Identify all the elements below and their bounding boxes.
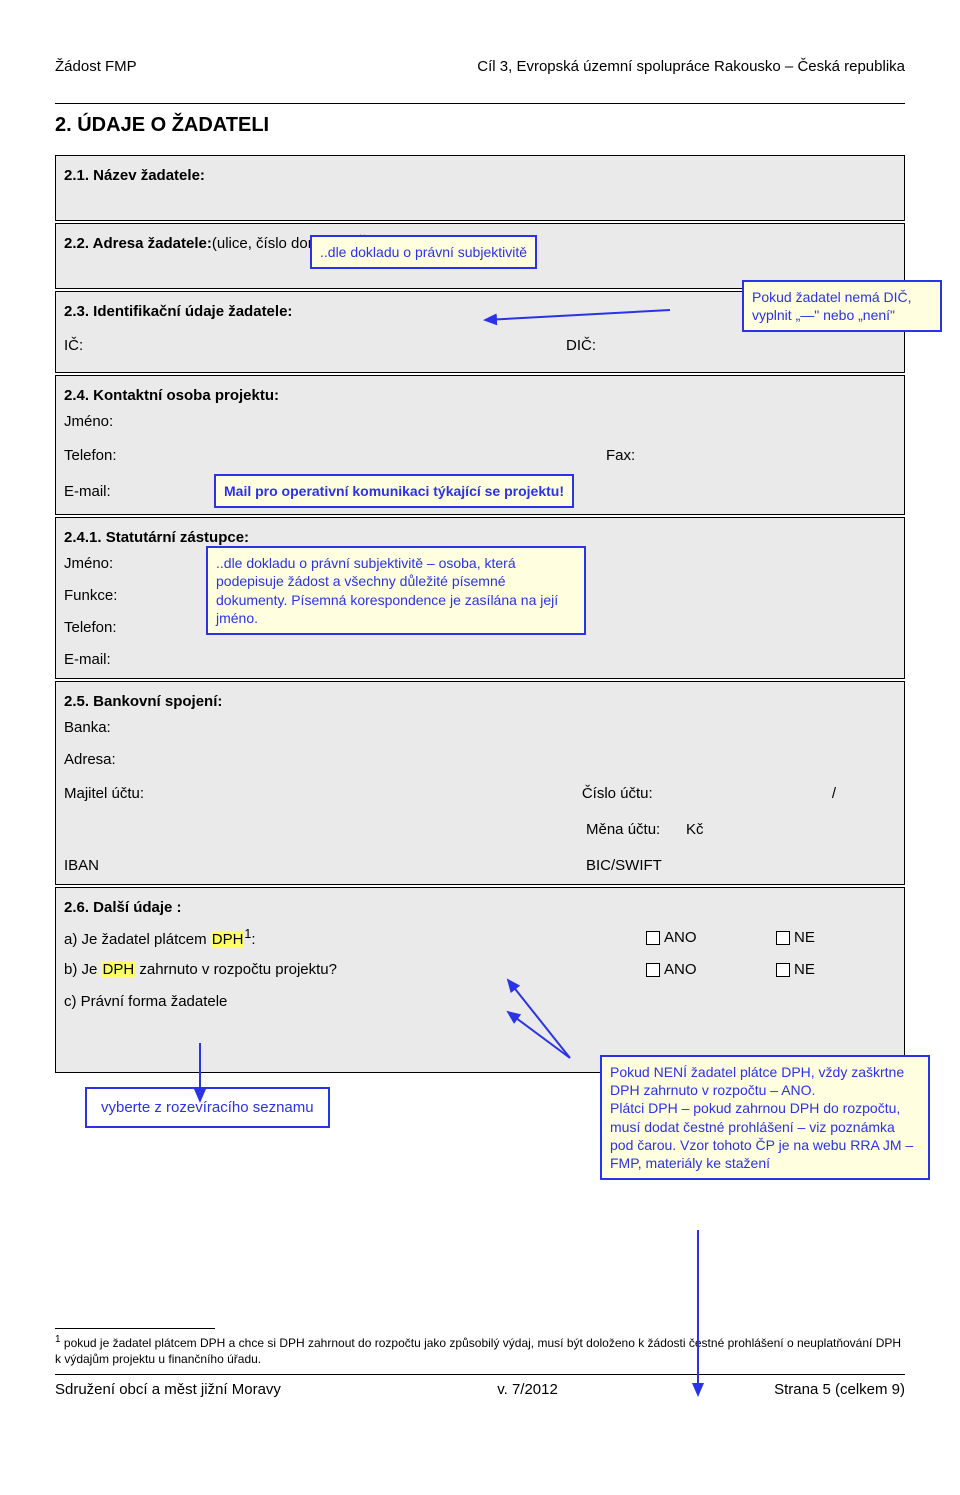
dph-highlight-b: DPH [102, 961, 136, 978]
header-divider [55, 103, 905, 104]
section-2-title: 2. ÚDAJE O ŽADATELI [55, 114, 905, 137]
label-banka: Banka: [64, 719, 154, 736]
label-2-3: 2.3. Identifikační údaje žadatele: [64, 303, 292, 320]
footnote-divider [55, 1328, 215, 1329]
label-mena: Měna účtu: [586, 821, 686, 838]
field-2-1[interactable] [64, 188, 896, 214]
checkbox-ano-b[interactable] [646, 963, 660, 977]
note-mail: Mail pro operativní komunikaci týkající … [214, 474, 574, 508]
footer-center: v. 7/2012 [497, 1381, 558, 1398]
slash: / [832, 785, 836, 802]
footnote-1: 1 pokud je žadatel plátcem DPH a chce si… [55, 1333, 905, 1367]
label-2-2: 2.2. Adresa žadatele: [64, 235, 212, 252]
label-2-6: 2.6. Další údaje : [64, 899, 182, 916]
label-ic: IČ: [64, 337, 104, 354]
page-footer: Sdružení obcí a měst jižní Moravy v. 7/2… [55, 1381, 905, 1398]
label-26b: b) Je DPH zahrnuto v rozpočtu projektu? [64, 961, 646, 978]
value-mena: Kč [686, 821, 746, 838]
checkbox-ano-b-wrap: ANO [646, 961, 776, 978]
label-adresa: Adresa: [64, 751, 154, 768]
label-bicswift: BIC/SWIFT [586, 857, 696, 874]
label-cislo: Číslo účtu: [582, 785, 682, 802]
dph-highlight-a: DPH [211, 931, 245, 948]
checkbox-ano-a[interactable] [646, 931, 660, 945]
label-telefon-24: Telefon: [64, 447, 154, 464]
checkbox-ne-b[interactable] [776, 963, 790, 977]
checkbox-ne-b-wrap: NE [776, 961, 896, 978]
checkbox-ne-a-wrap: NE [776, 929, 896, 946]
note-dph: Pokud NENÍ žadatel plátce DPH, vždy zašk… [600, 1055, 930, 1180]
block-2-6: 2.6. Další údaje : a) Je žadatel plátcem… [55, 887, 905, 1073]
note-statutarni: ..dle dokladu o právní subjektivitě – os… [206, 546, 586, 635]
label-jmeno-24: Jméno: [64, 413, 154, 430]
label-iban: IBAN [64, 857, 124, 874]
block-2-1: 2.1. Název žadatele: [55, 155, 905, 221]
block-2-4-1: 2.4.1. Statutární zástupce: Jméno: Funkc… [55, 517, 905, 679]
label-26a: a) Je žadatel plátcem DPH1: [64, 927, 646, 948]
label-2-1: 2.1. Název žadatele: [64, 167, 205, 184]
footer-divider [55, 1374, 905, 1375]
label-2-5: 2.5. Bankovní spojení: [64, 693, 222, 710]
label-jmeno-241: Jméno: [64, 555, 154, 572]
label-majitel: Majitel účtu: [64, 785, 174, 802]
header-left: Žádost FMP [55, 58, 137, 75]
label-fax-24: Fax: [606, 447, 656, 464]
label-26c: c) Právní forma žadatele [64, 993, 227, 1010]
label-email-24: E-mail: [64, 483, 154, 500]
rozeviraci-seznam[interactable]: vyberte z rozevíracího seznamu [85, 1087, 330, 1128]
page-header: Žádost FMP Cíl 3, Evropská územní spolup… [55, 58, 905, 75]
label-funkce-241: Funkce: [64, 587, 154, 604]
block-2-5: 2.5. Bankovní spojení: Banka: Adresa: Ma… [55, 681, 905, 885]
checkbox-ne-a[interactable] [776, 931, 790, 945]
checkbox-ano-a-wrap: ANO [646, 929, 776, 946]
label-2-4-1: 2.4.1. Statutární zástupce: [64, 529, 249, 546]
label-dic: DIČ: [566, 337, 616, 354]
label-telefon-241: Telefon: [64, 619, 154, 636]
label-2-4: 2.4. Kontaktní osoba projektu: [64, 387, 279, 404]
footer-right: Strana 5 (celkem 9) [774, 1381, 905, 1398]
footer-left: Sdružení obcí a měst jižní Moravy [55, 1381, 281, 1398]
block-2-4: 2.4. Kontaktní osoba projektu: Jméno: Te… [55, 375, 905, 515]
note-dic: Pokud žadatel nemá DIČ, vyplnit „—" nebo… [742, 280, 942, 332]
label-email-241: E-mail: [64, 651, 154, 668]
header-right: Cíl 3, Evropská územní spolupráce Rakous… [477, 58, 905, 75]
note-doklad: ..dle dokladu o právní subjektivitě [310, 235, 537, 269]
